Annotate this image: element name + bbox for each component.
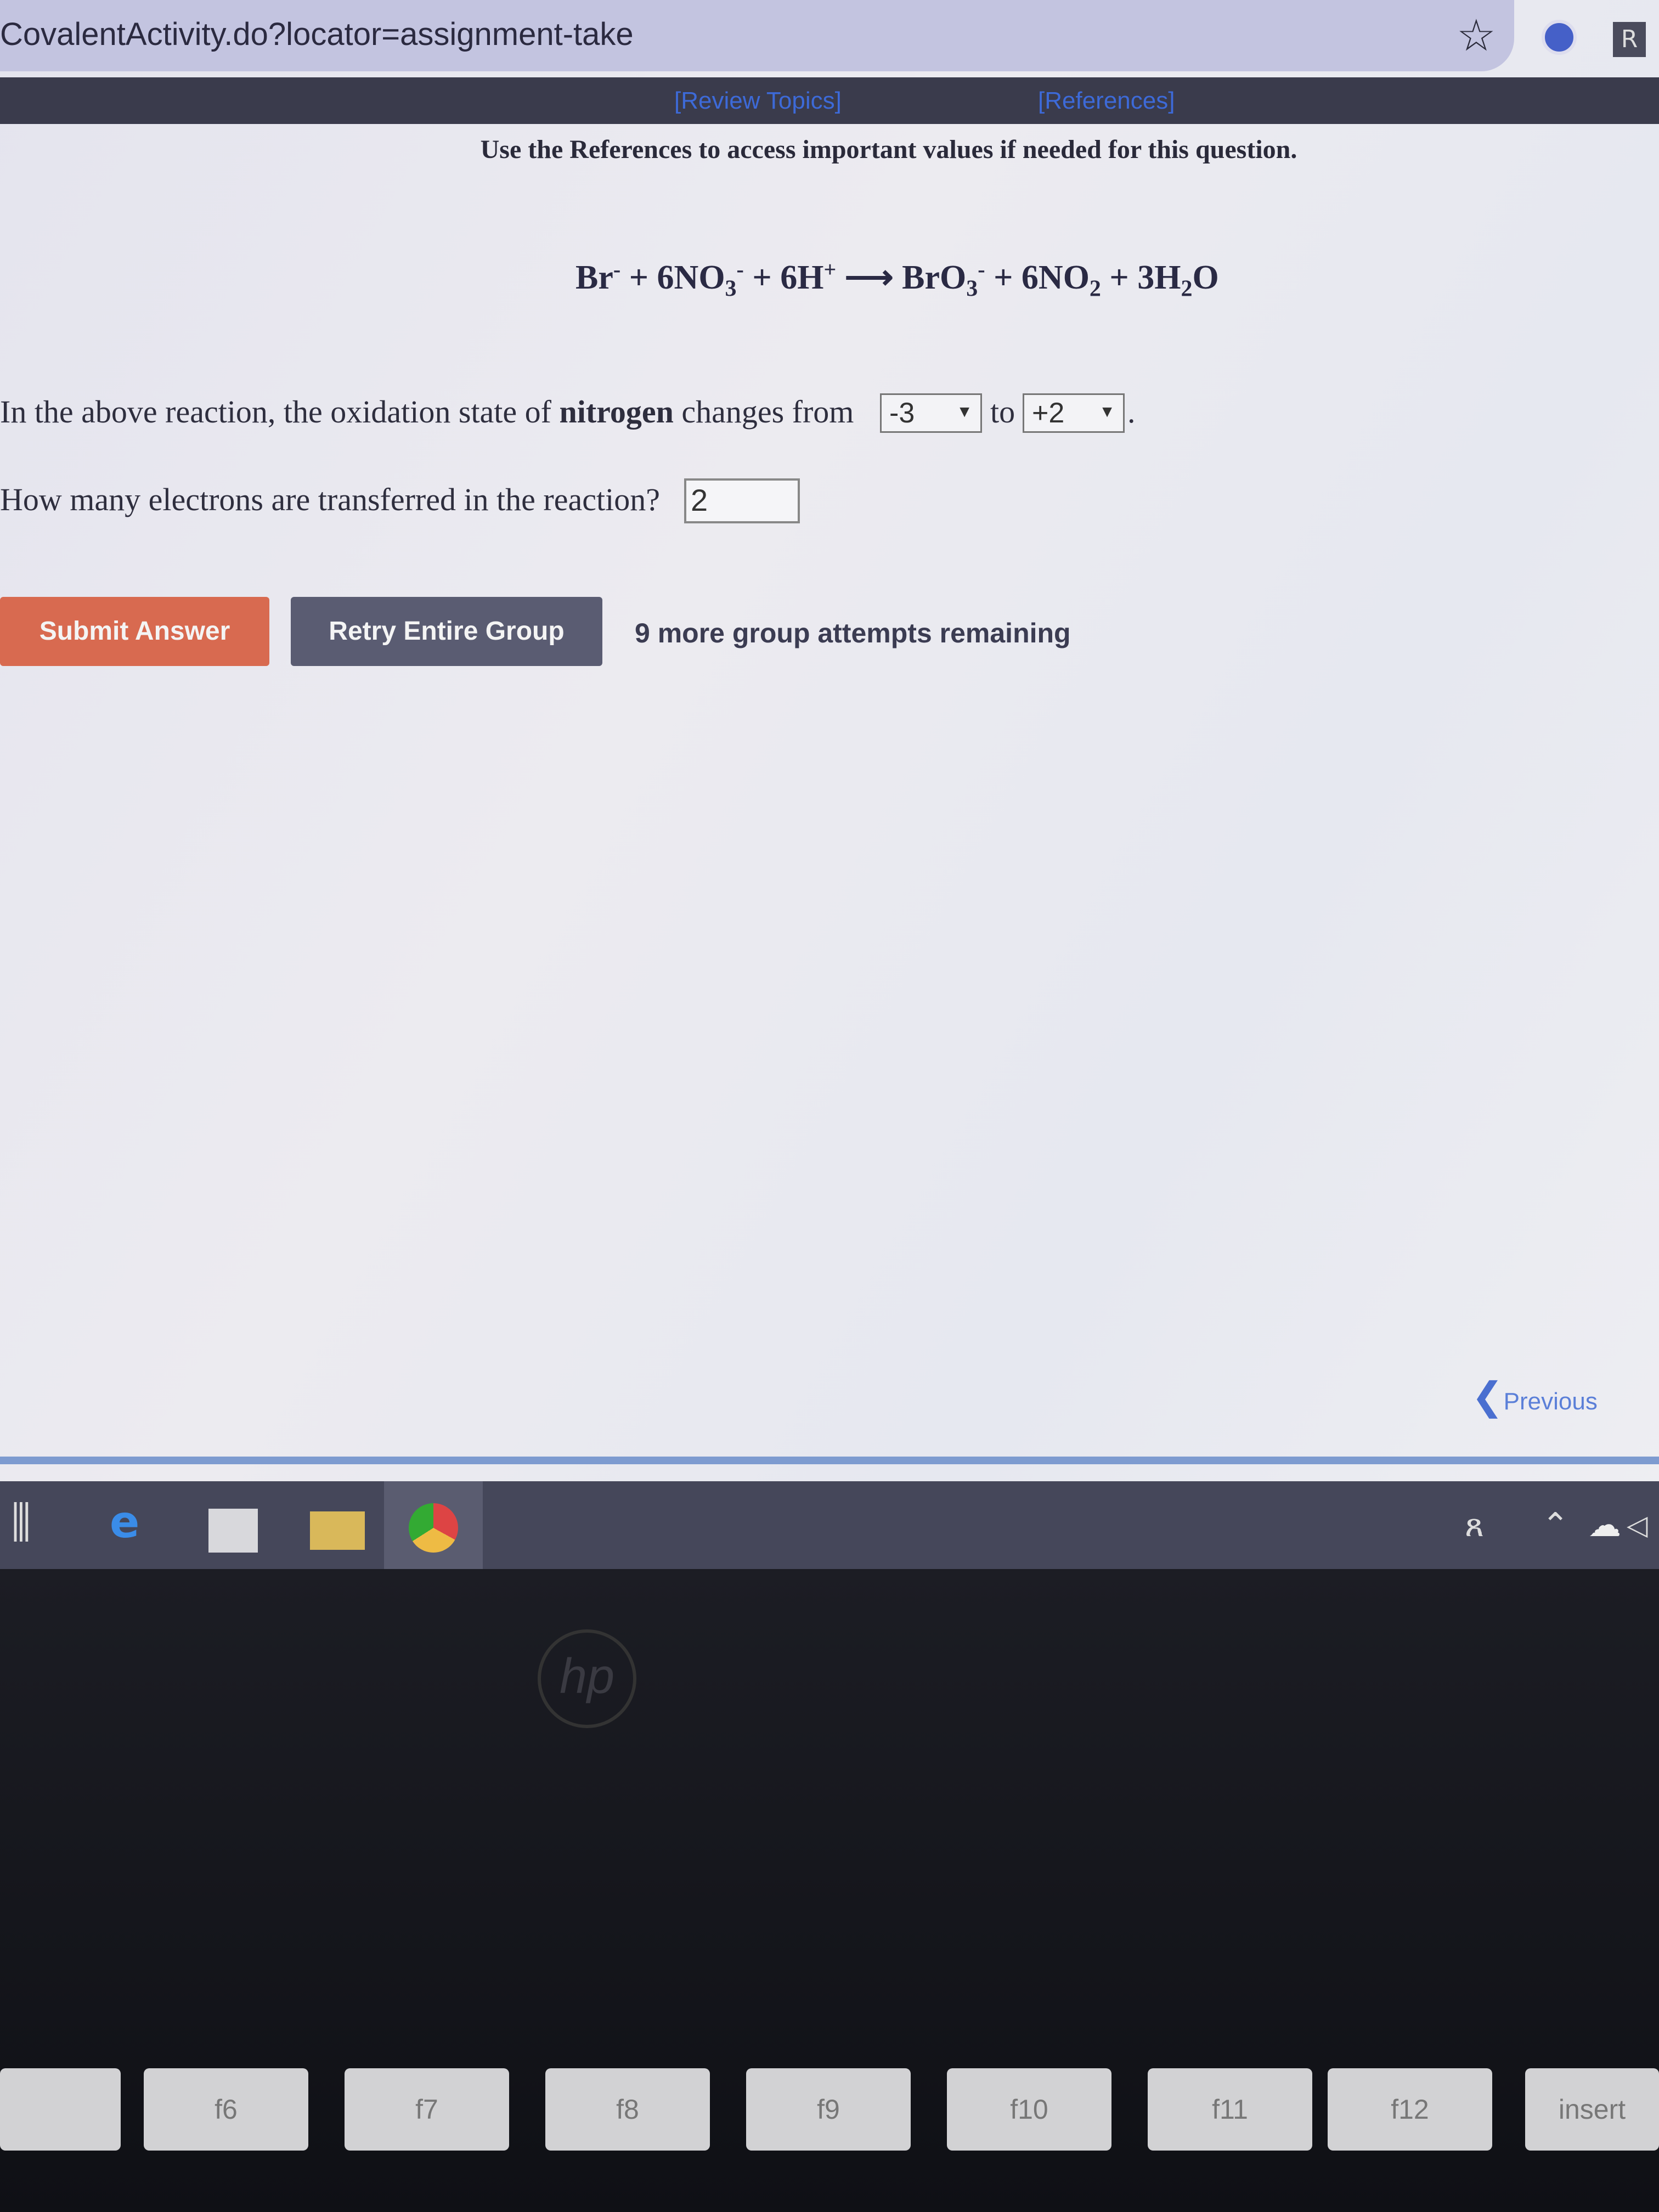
question-bold: nitrogen: [559, 394, 674, 430]
to-oxidation-select[interactable]: +2 ▼: [1023, 393, 1125, 433]
oxidation-question: In the above reaction, the oxidation sta…: [0, 394, 854, 430]
file-explorer-icon[interactable]: [310, 1511, 365, 1550]
submit-answer-button[interactable]: Submit Answer: [0, 597, 269, 666]
previous-label: Previous: [1503, 1388, 1598, 1415]
plus: +: [752, 259, 772, 296]
to-label: to: [990, 394, 1015, 430]
question-text: In the above reaction, the oxidation sta…: [0, 394, 560, 430]
attempts-remaining: 9 more group attempts remaining: [635, 618, 1071, 648]
review-topics-link[interactable]: [Review Topics]: [674, 87, 842, 115]
select-value: +2: [1032, 397, 1065, 429]
product: BrO3-: [902, 257, 985, 302]
references-link[interactable]: [References]: [1038, 87, 1175, 115]
product: 3H2O: [1137, 259, 1219, 302]
instruction-text: Use the References to access important v…: [480, 135, 1297, 164]
chrome-icon: [409, 1503, 458, 1553]
people-icon[interactable]: ጸ: [1465, 1506, 1484, 1544]
laptop-bezel: hp f6 f7 f8 f9 f10 f11 f12 insert: [0, 1569, 1659, 2212]
electrons-question: How many electrons are transferred in th…: [0, 482, 660, 517]
key-f12: f12: [1328, 2068, 1492, 2151]
plus: +: [1109, 259, 1129, 296]
key-f11: f11: [1148, 2068, 1312, 2151]
chrome-taskbar-button[interactable]: [384, 1481, 483, 1569]
chemical-equation: Br- + 6NO3- + 6H+ ⟶ BrO3- + 6NO2 + 3H2O: [575, 257, 1219, 302]
key-insert: insert: [1525, 2068, 1659, 2151]
volume-icon[interactable]: ◁: [1627, 1509, 1647, 1542]
onedrive-icon[interactable]: ☁: [1588, 1506, 1621, 1544]
taskbar: ⫼ e ጸ ⌃ ☁ ◁: [0, 1481, 1659, 1569]
from-oxidation-select[interactable]: -3 ▼: [880, 393, 982, 433]
plus: +: [994, 259, 1013, 296]
electrons-input[interactable]: 2: [684, 478, 800, 523]
reactant: 6NO3-: [657, 257, 744, 302]
key-f10: f10: [947, 2068, 1111, 2151]
edge-icon[interactable]: e: [110, 1498, 139, 1547]
screen: CovalentActivity.do?locator=assignment-t…: [0, 0, 1659, 1569]
key-f9: f9: [746, 2068, 911, 2151]
plus: +: [629, 259, 649, 296]
reactant: Br-: [575, 257, 621, 296]
star-icon[interactable]: ☆: [1457, 14, 1496, 58]
key-f7: f7: [345, 2068, 509, 2151]
store-icon[interactable]: [208, 1509, 258, 1553]
retry-entire-group-button[interactable]: Retry Entire Group: [291, 597, 602, 666]
chevron-left-icon: ❮: [1471, 1375, 1504, 1418]
period: .: [1127, 394, 1136, 430]
dropdown-arrow-icon: ▼: [956, 403, 973, 421]
previous-button[interactable]: ❮Previous: [1471, 1374, 1598, 1418]
key-f6: f6: [144, 2068, 308, 2151]
reactant: 6H+: [780, 257, 837, 296]
extension-icon[interactable]: [1542, 20, 1577, 55]
select-value: -3: [889, 397, 915, 429]
reaction-arrow: ⟶: [844, 259, 894, 296]
dropdown-arrow-icon: ▼: [1099, 403, 1115, 421]
key: [0, 2068, 121, 2151]
url-text[interactable]: CovalentActivity.do?locator=assignment-t…: [0, 16, 634, 53]
chevron-up-icon[interactable]: ⌃: [1542, 1506, 1569, 1544]
question-nav-bar: [Review Topics] [References]: [0, 77, 1659, 124]
question-text: changes from: [673, 394, 854, 430]
profile-icon[interactable]: R: [1613, 22, 1646, 57]
task-view-icon[interactable]: ⫼: [11, 1498, 31, 1547]
address-bar[interactable]: CovalentActivity.do?locator=assignment-t…: [0, 0, 1514, 71]
key-f8: f8: [545, 2068, 710, 2151]
product: 6NO2: [1021, 259, 1101, 302]
divider: [0, 1457, 1659, 1464]
hp-logo: hp: [538, 1629, 636, 1728]
